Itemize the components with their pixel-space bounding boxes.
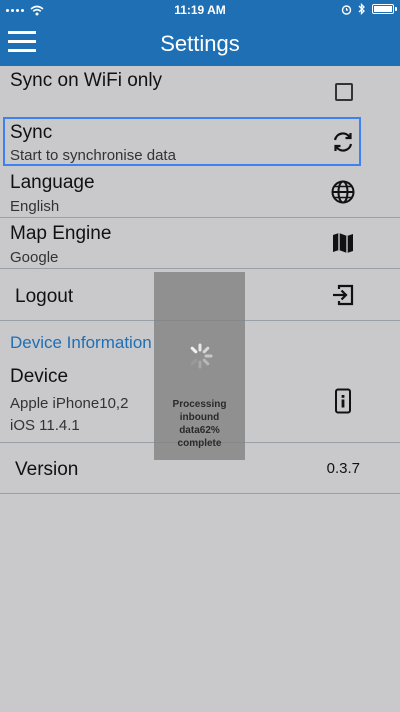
nav-bar: Settings [0,20,400,66]
language-title: Language [10,172,95,193]
status-bar: 11:19 AM [0,0,400,20]
map-engine-value: Google [10,249,59,266]
language-value: English [10,198,60,215]
map-engine-title: Map Engine [10,223,112,244]
sync-subtitle: Start to synchronise data [10,147,176,164]
sync-wifi-only-checkbox[interactable] [335,83,353,101]
battery-icon [372,4,397,14]
sync-wifi-only-row[interactable]: Sync on WiFi only [0,66,400,116]
device-os: iOS 11.4.1 [10,417,80,434]
device-information-title: Device Information [10,333,152,352]
sync-row[interactable]: Sync Start to synchronise data [0,116,400,166]
logout-title: Logout [15,286,74,307]
map-engine-row[interactable]: Map Engine Google [0,218,400,269]
version-value: 0.3.7 [326,460,360,477]
page-title: Settings [160,31,240,56]
processing-status-text: Processing inbound data62% complete [172,399,227,449]
phone-info-icon [335,388,351,414]
alarm-icon [341,4,352,15]
map-icon [333,233,353,253]
sync-wifi-only-label: Sync on WiFi only [10,70,163,91]
device-title: Device [10,366,69,387]
logout-icon[interactable] [330,282,356,308]
loading-spinner-icon [187,343,213,369]
status-time: 11:19 AM [174,3,226,17]
bluetooth-icon [358,3,365,15]
status-right [341,3,397,15]
globe-icon [331,180,355,204]
sync-icon[interactable] [330,129,356,155]
version-title: Version [15,459,79,480]
processing-overlay: Processing inbound data62% complete [154,272,245,460]
device-model: Apple iPhone10,2 [10,395,129,412]
language-row[interactable]: Language English [0,166,400,218]
sync-title: Sync [10,122,53,143]
